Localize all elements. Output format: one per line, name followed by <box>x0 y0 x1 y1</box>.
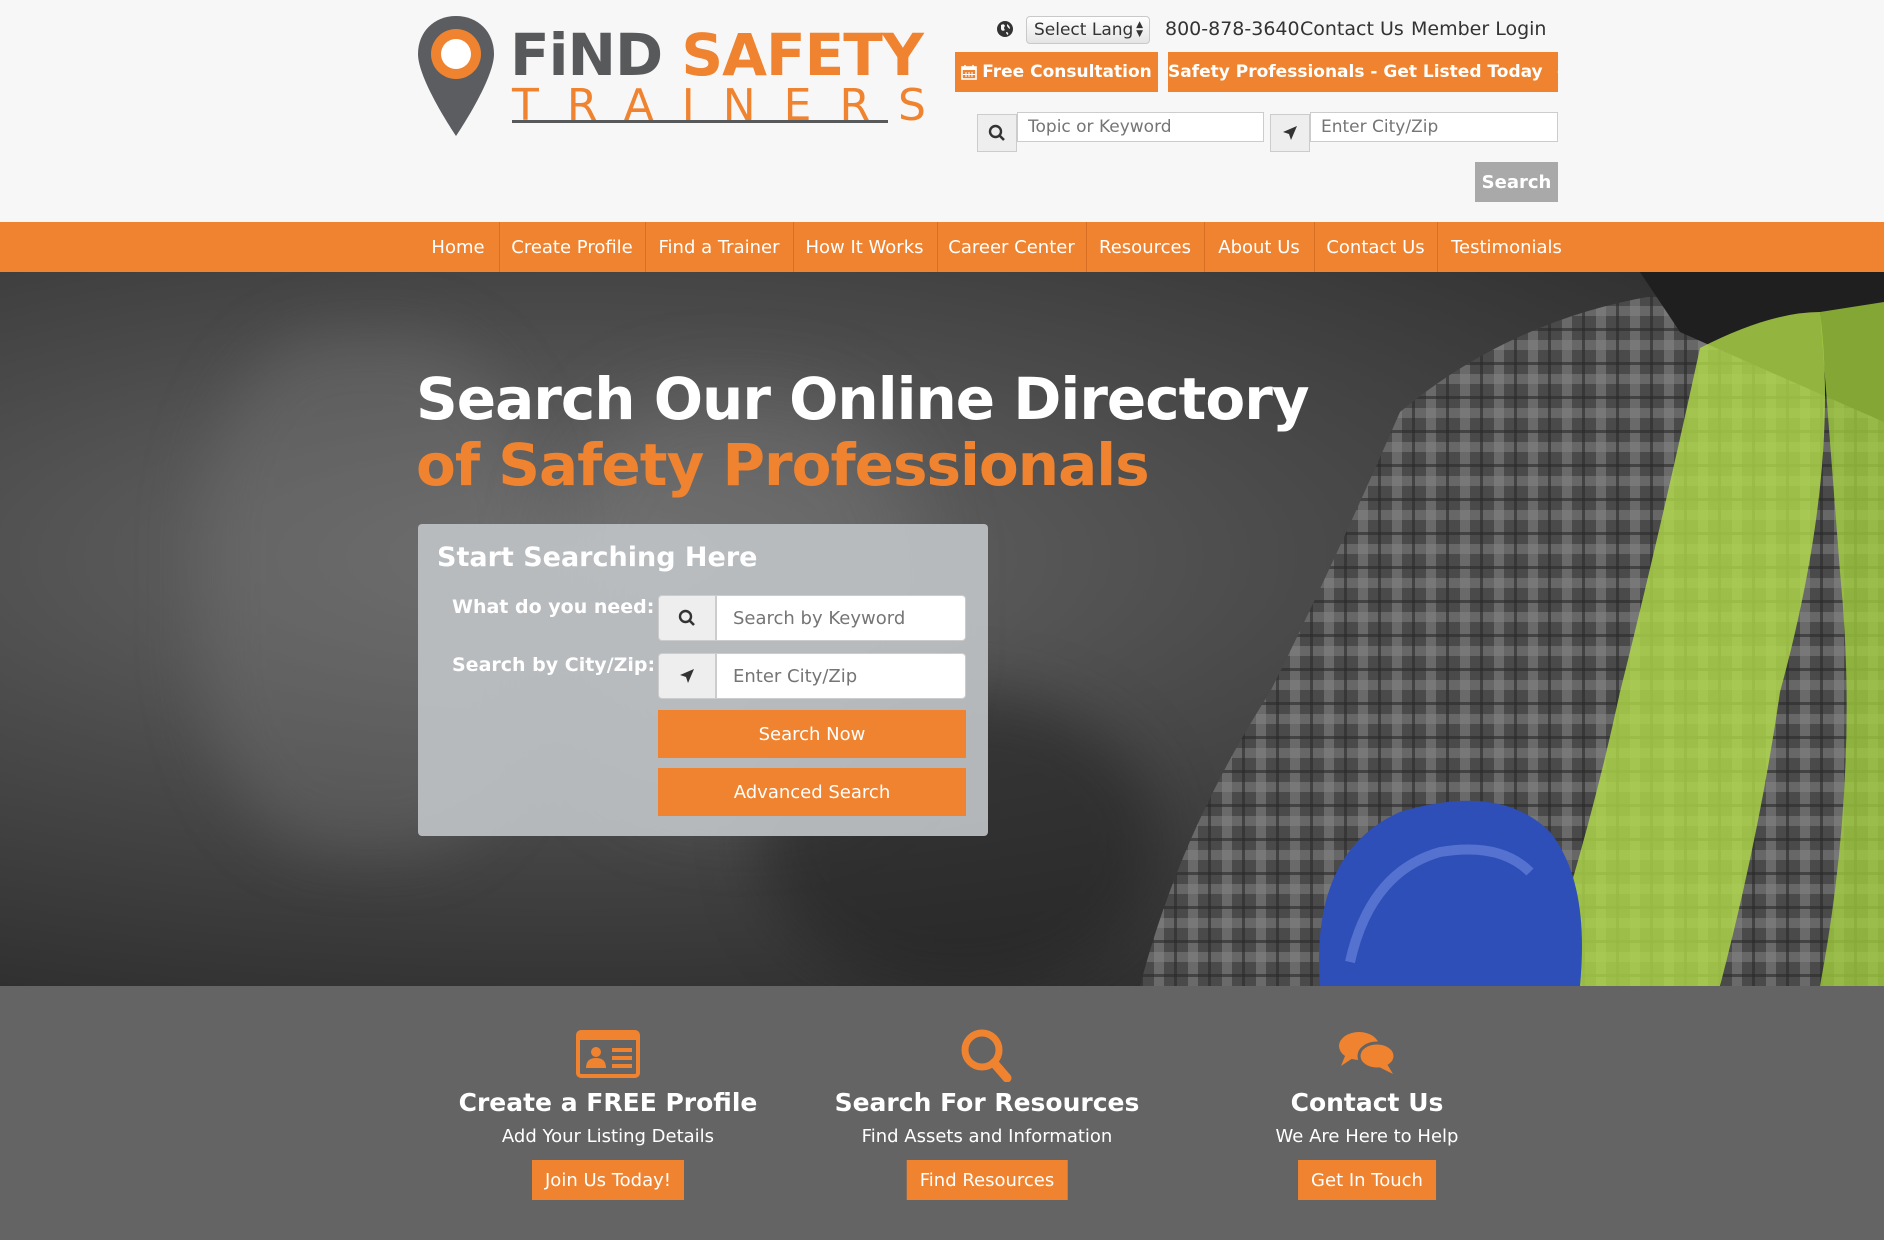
keyword-icon-box <box>658 595 716 641</box>
site-logo[interactable]: FiND SAFETY TRAINERS <box>416 14 926 140</box>
select-arrows-icon: ▲ ▼ <box>1136 20 1143 39</box>
search-panel-title: Start Searching Here <box>437 542 758 573</box>
logo-word-find: FiND <box>510 21 663 89</box>
feature-create-profile: Create a FREE Profile Add Your Listing D… <box>418 986 798 1240</box>
hero-title-line1: Search Our Online Directory <box>416 365 1310 433</box>
nav-item-home[interactable]: Home <box>424 222 492 272</box>
logo-underline <box>512 120 888 123</box>
language-select-value: Select Lang <box>1034 20 1134 40</box>
find-resources-button[interactable]: Find Resources <box>906 1160 1068 1200</box>
nav-divider <box>1204 222 1205 272</box>
nav-divider <box>1086 222 1087 272</box>
location-arrow-icon <box>680 669 694 683</box>
feature-subtitle: Find Assets and Information <box>861 1126 1113 1147</box>
nav-divider <box>793 222 794 272</box>
nav-item-about-us[interactable]: About Us <box>1211 222 1307 272</box>
features-band: Create a FREE Profile Add Your Listing D… <box>0 986 1884 1240</box>
hero-banner: Search Our Online Directory of Safety Pr… <box>0 272 1884 986</box>
city-label: Search by City/Zip: <box>452 654 656 676</box>
free-consultation-button[interactable]: Free Consultation <box>955 52 1158 92</box>
feature-subtitle: We Are Here to Help <box>1275 1126 1459 1147</box>
search-icon <box>988 124 1005 141</box>
nav-divider <box>937 222 938 272</box>
logo-title: FiND SAFETY <box>510 26 924 84</box>
get-in-touch-button[interactable]: Get In Touch <box>1298 1160 1436 1200</box>
feature-title: Contact Us <box>1290 1088 1444 1117</box>
feature-search-resources: Search For Resources Find Assets and Inf… <box>797 986 1177 1240</box>
main-nav: Home Create Profile Find a Trainer How I… <box>0 222 1884 272</box>
search-icon <box>678 609 695 626</box>
header-location-icon-box <box>1270 114 1310 152</box>
search-now-button[interactable]: Search Now <box>658 710 966 758</box>
feature-subtitle: Add Your Listing Details <box>501 1126 715 1147</box>
get-listed-button[interactable]: Safety Professionals - Get Listed Today <box>1168 52 1558 92</box>
nav-divider <box>499 222 500 272</box>
map-pin-icon <box>418 16 494 136</box>
get-listed-label: Safety Professionals - Get Listed Today <box>1168 62 1543 82</box>
city-icon-box <box>658 653 716 699</box>
chat-bubbles-icon <box>1339 1032 1397 1074</box>
globe-icon <box>997 21 1013 37</box>
nav-divider <box>645 222 646 272</box>
header-keyword-input[interactable] <box>1017 112 1264 142</box>
feature-title: Search For Resources <box>834 1088 1140 1117</box>
nav-item-testimonials[interactable]: Testimonials <box>1444 222 1569 272</box>
join-us-button[interactable]: Join Us Today! <box>532 1160 684 1200</box>
keyword-search-input[interactable] <box>716 595 966 641</box>
chevron-right-icon <box>1556 71 1558 73</box>
nav-item-find-trainer[interactable]: Find a Trainer <box>652 222 786 272</box>
language-select[interactable]: Select Lang ▲ ▼ <box>1026 16 1150 44</box>
header-search-icon-box <box>977 114 1017 152</box>
nav-item-contact-us[interactable]: Contact Us <box>1321 222 1430 272</box>
header-search-button[interactable]: Search <box>1475 162 1558 202</box>
nav-item-resources[interactable]: Resources <box>1093 222 1197 272</box>
member-login-link[interactable]: Member Login <box>1411 18 1546 40</box>
hero-title-line2: of Safety Professionals <box>416 431 1150 499</box>
calendar-icon <box>961 65 978 80</box>
phone-number[interactable]: 800-878-3640 <box>1165 18 1300 40</box>
search-panel: Start Searching Here What do you need: S… <box>418 524 988 836</box>
feature-contact-us: Contact Us We Are Here to Help Get In To… <box>1177 986 1557 1240</box>
nav-item-how-it-works[interactable]: How It Works <box>800 222 929 272</box>
nav-divider <box>1314 222 1315 272</box>
feature-title: Create a FREE Profile <box>458 1088 758 1117</box>
search-icon <box>961 1029 1012 1082</box>
city-search-input[interactable] <box>716 653 966 699</box>
nav-item-career-center[interactable]: Career Center <box>945 222 1078 272</box>
id-card-icon <box>576 1030 640 1078</box>
site-header: FiND SAFETY TRAINERS Select Lang ▲ ▼ 800-… <box>0 0 1884 222</box>
free-consultation-label: Free Consultation <box>982 62 1152 82</box>
keyword-label: What do you need: <box>452 596 655 618</box>
location-arrow-icon <box>1283 126 1297 140</box>
logo-word-safety: SAFETY <box>681 21 923 89</box>
nav-divider <box>1437 222 1438 272</box>
header-city-input[interactable] <box>1310 112 1558 142</box>
top-contact-link[interactable]: Contact Us <box>1300 18 1404 40</box>
advanced-search-button[interactable]: Advanced Search <box>658 768 966 816</box>
nav-item-create-profile[interactable]: Create Profile <box>506 222 638 272</box>
